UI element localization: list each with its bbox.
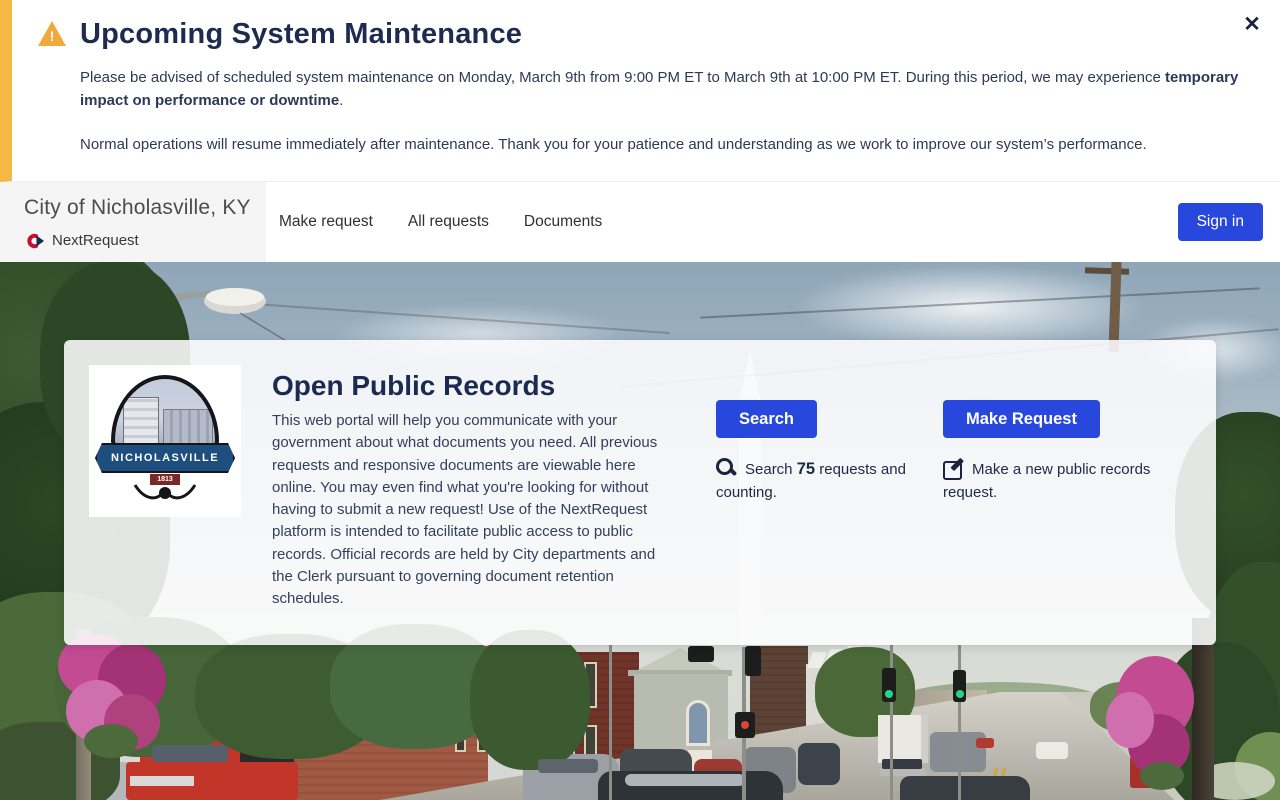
edit-icon — [943, 458, 963, 480]
banner-body-1-text: Please be advised of scheduled system ma… — [80, 69, 1165, 86]
traffic-light — [688, 646, 714, 662]
portal-description: This web portal will help you communicat… — [272, 412, 658, 608]
car — [976, 738, 994, 748]
nav-all-requests[interactable]: All requests — [408, 213, 489, 231]
logo-building — [123, 397, 159, 445]
box-truck — [878, 715, 928, 763]
nav-documents[interactable]: Documents — [524, 213, 602, 231]
arched-window — [686, 700, 710, 746]
make-request-button[interactable]: Make Request — [943, 400, 1100, 438]
city-logo: NICHOLASVILLE 1813 — [89, 365, 241, 517]
traffic-light-green — [882, 668, 896, 702]
truck-windshield — [152, 745, 228, 762]
logo-dome — [111, 375, 219, 449]
logo-building — [163, 409, 213, 445]
nav-make-request[interactable]: Make request — [279, 213, 373, 231]
search-count-note: Search 75 requests and counting. — [716, 458, 916, 504]
traffic-light-red — [735, 712, 755, 738]
light-pole — [1192, 618, 1214, 800]
car — [900, 776, 1030, 800]
banner-body-2: Normal operations will resume immediatel… — [80, 136, 1147, 153]
bush — [470, 630, 590, 770]
car — [1036, 742, 1068, 759]
logo-city-name: NICHOLASVILLE — [110, 452, 220, 464]
banner-title: Upcoming System Maintenance — [80, 18, 523, 50]
search-icon — [716, 458, 736, 478]
traffic-light — [745, 646, 761, 676]
flower-basket-greens — [1140, 762, 1184, 790]
warning-icon: ! — [38, 21, 66, 46]
page-title: Open Public Records — [272, 370, 556, 401]
open-records-card: NICHOLASVILLE 1813 Open Public Records T… — [64, 340, 1216, 645]
banner-body-1: Please be advised of scheduled system ma… — [80, 66, 1260, 112]
flower-basket-greens — [84, 724, 138, 758]
signal-pole — [609, 645, 612, 800]
sign-in-button[interactable]: Sign in — [1177, 203, 1263, 241]
parked-car — [798, 743, 840, 785]
platform-name: NextRequest — [52, 232, 139, 249]
agency-name: City of Nicholasville, KY — [24, 196, 251, 219]
car-window — [538, 759, 598, 773]
warning-mark: ! — [49, 28, 55, 44]
civicplus-icon — [27, 233, 44, 248]
car-windshield — [625, 774, 745, 786]
make-request-note: Make a new public records request. — [943, 458, 1163, 504]
nextrequest-logo: NextRequest — [24, 232, 139, 249]
banner-body-1-end: . — [339, 92, 344, 109]
agency-brand[interactable]: City of Nicholasville, KY NextRequest — [0, 182, 266, 262]
search-button[interactable]: Search — [716, 400, 817, 438]
truck-windshield — [882, 759, 922, 769]
site-header: City of Nicholasville, KY NextRequest Ma… — [0, 182, 1280, 262]
truck-bumper — [880, 768, 926, 776]
street-photo-background: NICHOLASVILLE 1813 Open Public Records T… — [0, 262, 1280, 800]
nextrequest-portal: ! Upcoming System Maintenance Please be … — [0, 0, 1280, 800]
flower-basket — [1106, 692, 1154, 748]
signal-pole — [958, 645, 961, 800]
maintenance-banner: ! Upcoming System Maintenance Please be … — [0, 0, 1280, 182]
main-nav: Make request All requests Documents — [279, 182, 602, 262]
logo-flourish — [133, 484, 197, 500]
make-request-note-text: Make a new public records request. — [943, 461, 1151, 501]
search-note-text: Search — [745, 461, 797, 478]
logo-banner: NICHOLASVILLE — [95, 443, 235, 473]
truck-grille — [130, 776, 194, 786]
close-icon[interactable]: ✕ — [1237, 10, 1267, 40]
traffic-light-green — [953, 670, 966, 702]
cloud — [790, 264, 1150, 349]
request-count: 75 — [796, 460, 816, 478]
